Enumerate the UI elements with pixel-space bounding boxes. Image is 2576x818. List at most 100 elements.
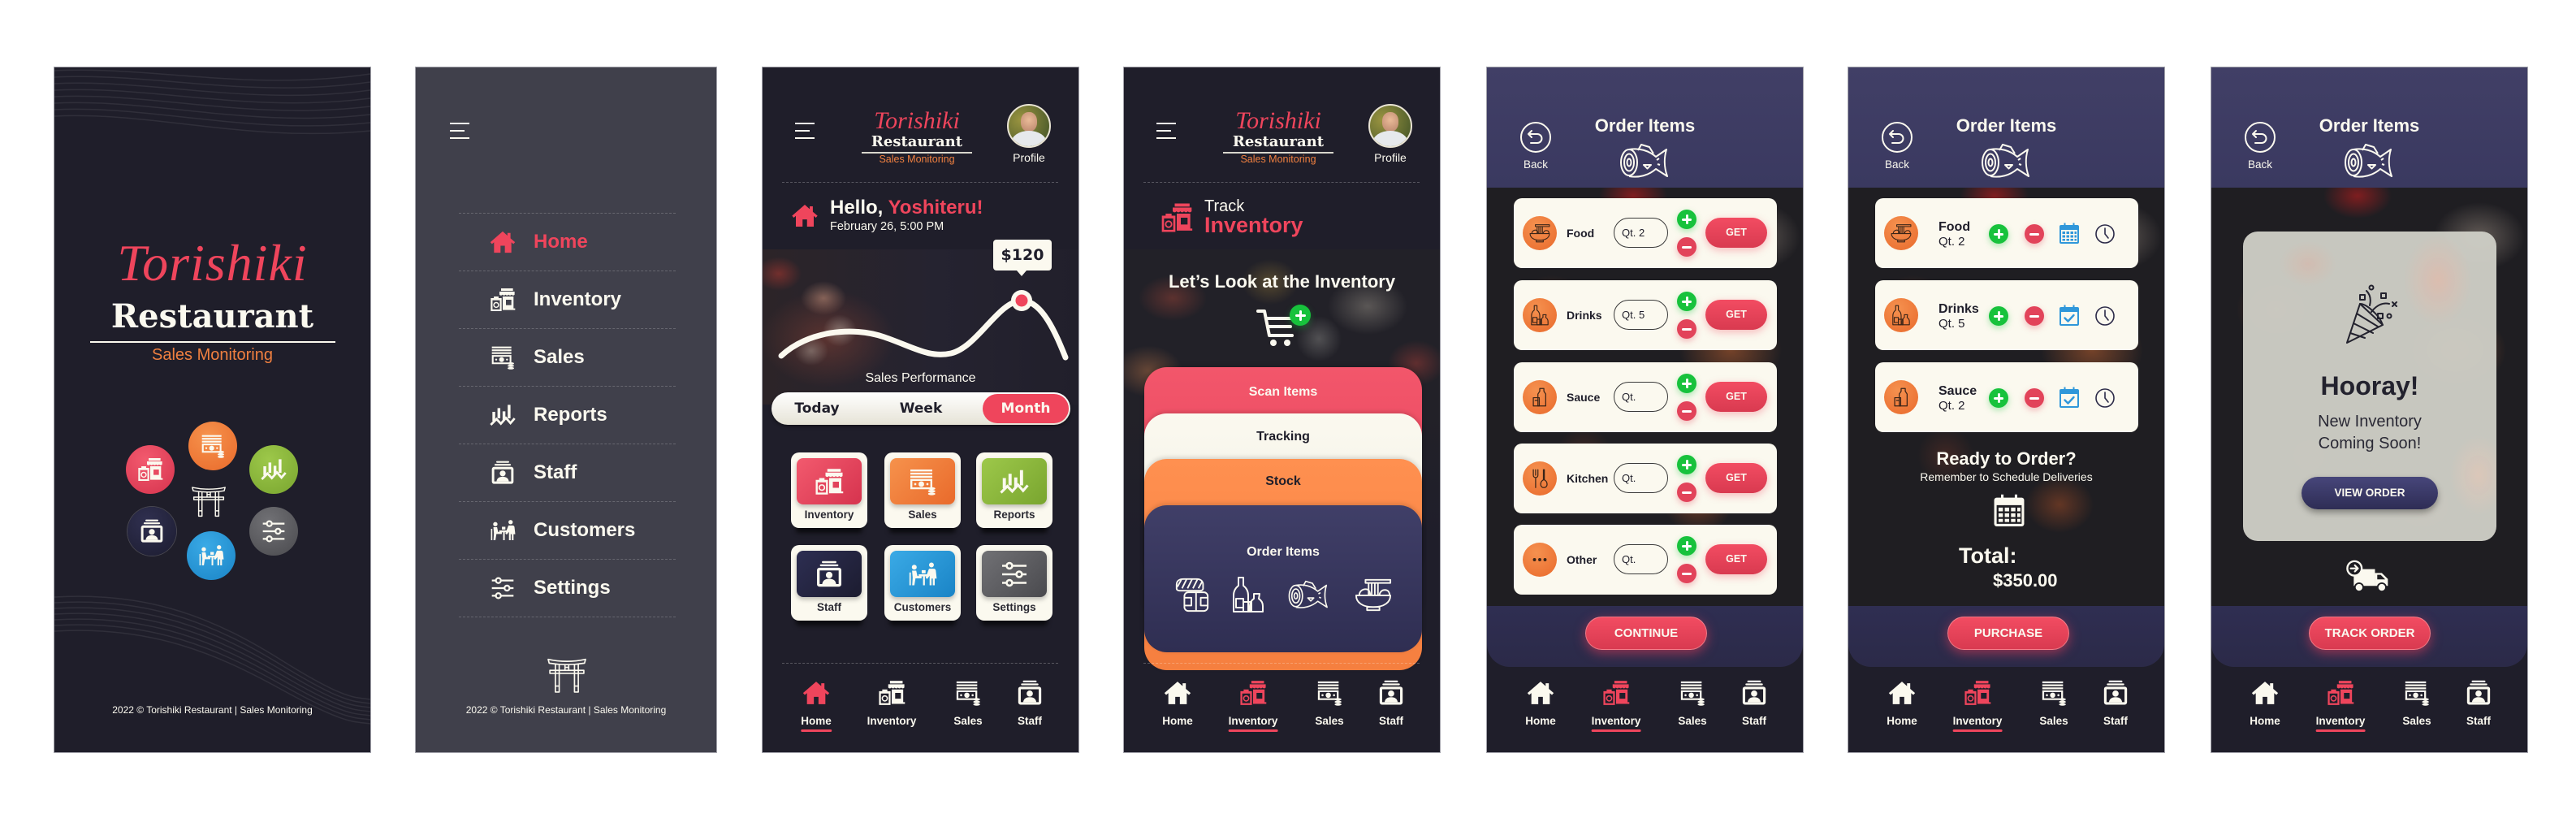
increase-quantity-button[interactable]	[1677, 292, 1696, 311]
item-name: Drinks	[1938, 302, 1979, 316]
decrease-quantity-button[interactable]	[2025, 388, 2044, 408]
track-order-button[interactable]: TRACK ORDER	[2309, 617, 2431, 650]
bottom-nav-staff[interactable]: Staff	[1722, 673, 1787, 738]
range-today[interactable]: Today	[772, 392, 862, 425]
tile-settings[interactable]: Settings	[976, 545, 1052, 621]
decrease-quantity-button[interactable]	[1677, 483, 1696, 502]
tile-staff[interactable]: Staff	[791, 545, 867, 621]
increase-quantity-button[interactable]	[1989, 306, 2008, 326]
increase-quantity-button[interactable]	[1677, 536, 1696, 556]
inventory-icon	[1602, 679, 1630, 707]
item-name: Drinks	[1567, 309, 1602, 322]
range-month[interactable]: Month	[983, 394, 1069, 423]
tile-reports[interactable]: Reports	[976, 452, 1052, 528]
bottom-nav-staff[interactable]: Staff	[2446, 673, 2511, 738]
bottom-nav-home[interactable]: Home	[1508, 673, 1573, 738]
decrease-quantity-button[interactable]	[2025, 224, 2044, 244]
menu-icon[interactable]	[449, 122, 470, 140]
menu-item-staff[interactable]: Staff	[459, 444, 676, 502]
tile-customers[interactable]: Customers	[884, 545, 961, 621]
more-icon	[1529, 549, 1550, 570]
bottom-nav-inventory[interactable]: Inventory	[1945, 673, 2010, 738]
quantity-input[interactable]	[1614, 218, 1668, 248]
back-label: Back	[1884, 158, 1909, 171]
sales-icon	[490, 344, 516, 370]
increase-quantity-button[interactable]	[1677, 374, 1696, 393]
decrease-quantity-button[interactable]	[2025, 306, 2044, 326]
profile-label[interactable]: Profile	[1363, 151, 1418, 164]
bottom-nav-inventory[interactable]: Inventory	[1584, 673, 1649, 738]
tile-inventory[interactable]: Inventory	[791, 452, 867, 528]
bottom-nav-sales[interactable]: Sales	[936, 673, 1001, 738]
clock-icon[interactable]	[2094, 387, 2116, 409]
bottom-nav-sales[interactable]: Sales	[2384, 673, 2449, 738]
decrease-quantity-button[interactable]	[1677, 564, 1696, 583]
continue-button[interactable]: CONTINUE	[1585, 617, 1707, 650]
add-to-cart-icon[interactable]	[1290, 305, 1311, 326]
quantity-input[interactable]	[1614, 544, 1668, 574]
splash-screen: Torishiki Restaurant Sales Monitoring 20…	[54, 67, 370, 752]
get-button[interactable]: GET	[1705, 300, 1767, 330]
decrease-quantity-button[interactable]	[1677, 401, 1696, 421]
increase-quantity-button[interactable]	[1677, 210, 1696, 229]
order-items-card[interactable]: Order Items	[1144, 505, 1422, 652]
schedule-calendar-icon[interactable]	[1993, 492, 2025, 528]
menu-item-reports[interactable]: Reports	[459, 387, 676, 444]
quantity-input[interactable]	[1614, 463, 1668, 493]
get-button[interactable]: GET	[1705, 544, 1767, 574]
calendar-icon[interactable]	[2059, 222, 2080, 245]
menu-item-inventory[interactable]: Inventory	[459, 271, 676, 329]
bottom-nav-sales[interactable]: Sales	[1297, 673, 1362, 738]
get-button[interactable]: GET	[1705, 382, 1767, 412]
decrease-quantity-button[interactable]	[1677, 319, 1696, 339]
summary-item-sauce: Sauce Qt. 2	[1875, 362, 2138, 432]
bottom-nav-home[interactable]: Home	[2232, 673, 2297, 738]
delivery-truck-icon	[2346, 560, 2392, 594]
bottom-nav-home[interactable]: Home	[784, 673, 849, 738]
bottom-nav-staff[interactable]: Staff	[997, 673, 1062, 738]
menu-item-customers[interactable]: Customers	[459, 502, 676, 560]
back-label: Back	[2247, 158, 2272, 171]
bottom-nav-label: Inventory	[867, 715, 917, 727]
tile-label: Customers	[893, 601, 952, 613]
increase-quantity-button[interactable]	[1677, 455, 1696, 474]
menu-icon[interactable]	[1156, 122, 1177, 140]
profile-avatar[interactable]	[1368, 104, 1412, 148]
bottom-nav-staff[interactable]: Staff	[2083, 673, 2148, 738]
bottom-nav: Home Inventory Sales Staff	[1124, 673, 1440, 752]
clock-icon[interactable]	[2094, 305, 2116, 327]
get-button[interactable]: GET	[1705, 463, 1767, 493]
bottom-nav-sales[interactable]: Sales	[2021, 673, 2086, 738]
bottom-nav-inventory[interactable]: Inventory	[1221, 673, 1286, 738]
ready-subtitle: Remember to Schedule Deliveries	[1920, 470, 2093, 483]
feature-staff	[128, 507, 176, 556]
calendar-check-icon[interactable]	[2059, 386, 2080, 409]
home-icon	[1164, 679, 1191, 707]
quantity-input[interactable]	[1614, 382, 1668, 412]
menu-item-home[interactable]: Home	[459, 214, 676, 271]
bottom-nav-staff[interactable]: Staff	[1359, 673, 1424, 738]
customers-icon	[490, 517, 516, 543]
sales-icon	[954, 679, 982, 707]
purchase-button[interactable]: PURCHASE	[1947, 617, 2069, 650]
view-order-button[interactable]: VIEW ORDER	[2302, 477, 2438, 509]
increase-quantity-button[interactable]	[1989, 224, 2008, 244]
tile-sales[interactable]: Sales	[884, 452, 961, 528]
range-week[interactable]: Week	[872, 392, 970, 425]
brand-tagline: Sales Monitoring	[152, 346, 273, 364]
quantity-input[interactable]	[1614, 300, 1668, 330]
bottom-nav-home[interactable]: Home	[1145, 673, 1210, 738]
get-button[interactable]: GET	[1705, 218, 1767, 248]
increase-quantity-button[interactable]	[1989, 388, 2008, 408]
clock-icon[interactable]	[2094, 223, 2116, 245]
menu-item-sales[interactable]: Sales	[459, 329, 676, 387]
decrease-quantity-button[interactable]	[1677, 237, 1696, 257]
bottom-nav-home[interactable]: Home	[1869, 673, 1934, 738]
tile-label: Reports	[993, 509, 1035, 521]
bottom-nav-inventory[interactable]: Inventory	[2308, 673, 2373, 738]
menu-item-settings[interactable]: Settings	[459, 560, 676, 617]
bottom-nav-label: Sales	[2402, 715, 2431, 727]
bottom-nav-inventory[interactable]: Inventory	[859, 673, 924, 738]
bottom-nav-sales[interactable]: Sales	[1660, 673, 1725, 738]
calendar-check-icon[interactable]	[2059, 304, 2080, 327]
